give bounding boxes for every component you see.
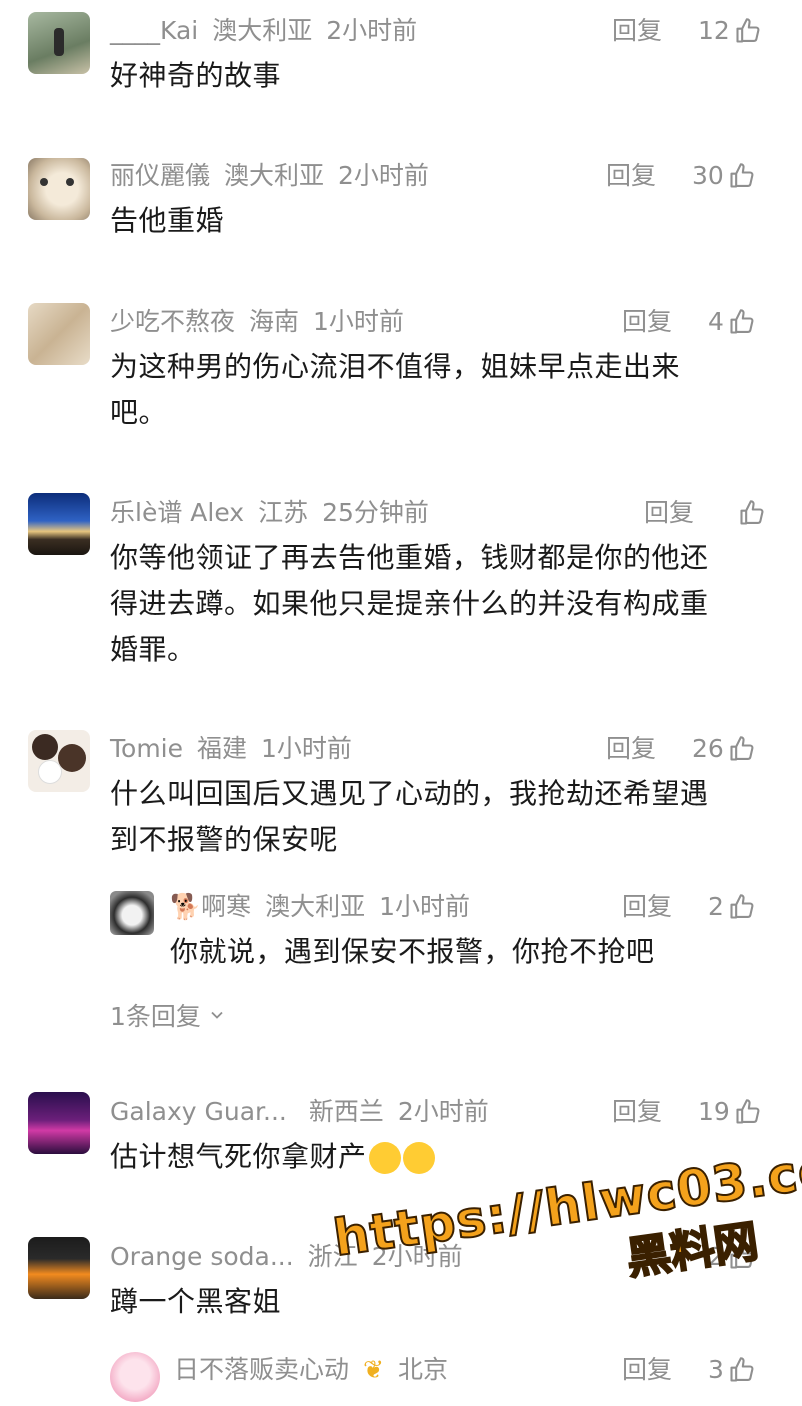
like-count: 26 xyxy=(692,734,724,763)
avatar[interactable] xyxy=(28,1237,90,1299)
reply-meta: 🐕啊寒 澳大利亚 1小时前 xyxy=(170,889,484,925)
like-button[interactable]: 4 xyxy=(708,304,756,340)
comment-text: 你等他领证了再去告他重婚，钱财都是你的他还 得进去蹲。如果他只是提亲什么的并没有… xyxy=(110,535,760,673)
comment-text: 为这种男的伤心流泪不值得，姐妹早点走出来 吧。 xyxy=(110,344,760,436)
like-button[interactable]: 3 xyxy=(708,1352,756,1388)
comment-text-line: 什么叫回国后又遇见了心动的，我抢劫还希望遇 xyxy=(110,777,709,810)
butterfly-icon: ❦ xyxy=(363,1355,384,1384)
reply-button[interactable]: 回复 xyxy=(622,889,672,925)
reply-username[interactable]: 🐕啊寒 xyxy=(170,892,251,921)
comment-text: 告他重婚 xyxy=(110,204,225,237)
more-replies-label: 1条回复 xyxy=(110,1002,201,1031)
comment-meta: ____Kai 澳大利亚 2小时前 xyxy=(110,13,431,49)
reply-button[interactable]: 回复 xyxy=(622,1352,672,1388)
reply-button[interactable]: 回复 xyxy=(612,1094,662,1130)
comment-meta: Tomie 福建 1小时前 xyxy=(110,731,366,767)
location: 海南 xyxy=(249,307,300,336)
reply-avatar[interactable] xyxy=(110,891,154,935)
username[interactable]: ____Kai xyxy=(110,16,198,45)
reply-timestamp: 1小时前 xyxy=(379,892,471,921)
location: 新西兰 xyxy=(308,1097,384,1126)
thumbs-up-icon xyxy=(730,163,754,188)
like-button[interactable]: 2 xyxy=(708,889,756,925)
location: 江苏 xyxy=(258,498,309,527)
comment-text-line: 婚罪。 xyxy=(110,633,196,666)
like-count: 19 xyxy=(698,1097,730,1126)
username[interactable]: 丽仪麗儀 xyxy=(110,161,210,190)
like-button[interactable]: 30 xyxy=(692,158,756,194)
location: 澳大利亚 xyxy=(224,161,325,190)
comment-text-line: 吧。 xyxy=(110,396,168,429)
timestamp: 1小时前 xyxy=(313,307,404,336)
thumbs-up-icon xyxy=(730,736,754,761)
like-count: 4 xyxy=(708,307,724,336)
comment-text-line: 得进去蹲。如果他只是提亲什么的并没有构成重 xyxy=(110,587,709,620)
comment-text-content: 估计想气死你拿财产 xyxy=(110,1140,367,1173)
comment-meta: 日不落贩卖心动 ❦ 北京 xyxy=(174,1352,462,1388)
like-count: 3 xyxy=(708,1355,724,1384)
timestamp: 2小时前 xyxy=(326,16,418,45)
reply-location: 澳大利亚 xyxy=(265,892,366,921)
like-button[interactable] xyxy=(734,495,766,531)
avatar[interactable] xyxy=(28,158,90,220)
comment-meta: 少吃不熬夜 海南 1小时前 xyxy=(110,304,418,340)
username[interactable]: Orange soda... xyxy=(110,1242,294,1271)
comment-text: 好神奇的故事 xyxy=(110,59,282,92)
reply-button[interactable]: 回复 xyxy=(622,304,672,340)
thumbs-up-icon xyxy=(730,894,754,919)
thumbs-up-icon xyxy=(730,309,754,334)
comment-meta: Galaxy Guar... 新西兰 2小时前 xyxy=(110,1094,503,1130)
laughing-tears-emoji-icon xyxy=(368,1142,401,1174)
like-button[interactable]: 12 xyxy=(698,13,762,49)
like-button[interactable]: 26 xyxy=(692,731,756,767)
avatar[interactable] xyxy=(28,493,90,555)
laughing-tears-emoji-icon xyxy=(402,1142,435,1174)
like-count: 30 xyxy=(692,161,724,190)
username[interactable]: Tomie xyxy=(110,734,183,763)
username[interactable]: 乐lè谱 Alex xyxy=(110,498,244,527)
chevron-down-icon xyxy=(211,1011,223,1019)
comment-text-line: 你等他领证了再去告他重婚，钱财都是你的他还 xyxy=(110,541,709,574)
reply-text: 你就说，遇到保安不报警，你抢不抢吧 xyxy=(170,935,655,968)
username[interactable]: 日不落贩卖心动 xyxy=(174,1355,349,1384)
reply-button[interactable]: 回复 xyxy=(644,495,694,531)
comment-text-line: 为这种男的伤心流泪不值得，姐妹早点走出来 xyxy=(110,350,681,383)
expand-replies-button[interactable]: 1条回复 xyxy=(110,997,227,1033)
reply-button[interactable]: 回复 xyxy=(606,731,656,767)
avatar[interactable] xyxy=(28,730,90,792)
like-count: 12 xyxy=(698,16,730,45)
avatar[interactable] xyxy=(28,1092,90,1154)
location: 北京 xyxy=(397,1355,448,1384)
timestamp: 2小时前 xyxy=(397,1097,489,1126)
username[interactable]: Galaxy Guar... xyxy=(110,1097,287,1126)
timestamp: 25分钟前 xyxy=(322,498,429,527)
like-button[interactable]: 19 xyxy=(698,1094,762,1130)
reply-button[interactable]: 回复 xyxy=(612,13,662,49)
avatar[interactable] xyxy=(28,12,90,74)
comment-meta: 乐lè谱 Alex 江苏 25分钟前 xyxy=(110,495,443,531)
comment-text: 什么叫回国后又遇见了心动的，我抢劫还希望遇 到不报警的保安呢 xyxy=(110,771,760,863)
comment-text-line: 到不报警的保安呢 xyxy=(110,823,339,856)
username[interactable]: 少吃不熬夜 xyxy=(110,307,235,336)
reply-button[interactable]: 回复 xyxy=(606,158,656,194)
thumbs-up-icon xyxy=(730,1357,754,1382)
avatar[interactable] xyxy=(28,303,90,365)
location: 福建 xyxy=(197,734,248,763)
thumbs-up-icon xyxy=(736,1099,760,1124)
avatar[interactable] xyxy=(110,1352,160,1402)
like-count: 2 xyxy=(708,892,724,921)
timestamp: 2小时前 xyxy=(338,161,429,190)
timestamp: 1小时前 xyxy=(261,734,352,763)
location: 澳大利亚 xyxy=(212,16,313,45)
thumbs-up-icon xyxy=(736,18,760,43)
comment-meta: 丽仪麗儀 澳大利亚 2小时前 xyxy=(110,158,443,194)
thumbs-up-icon xyxy=(740,500,764,525)
